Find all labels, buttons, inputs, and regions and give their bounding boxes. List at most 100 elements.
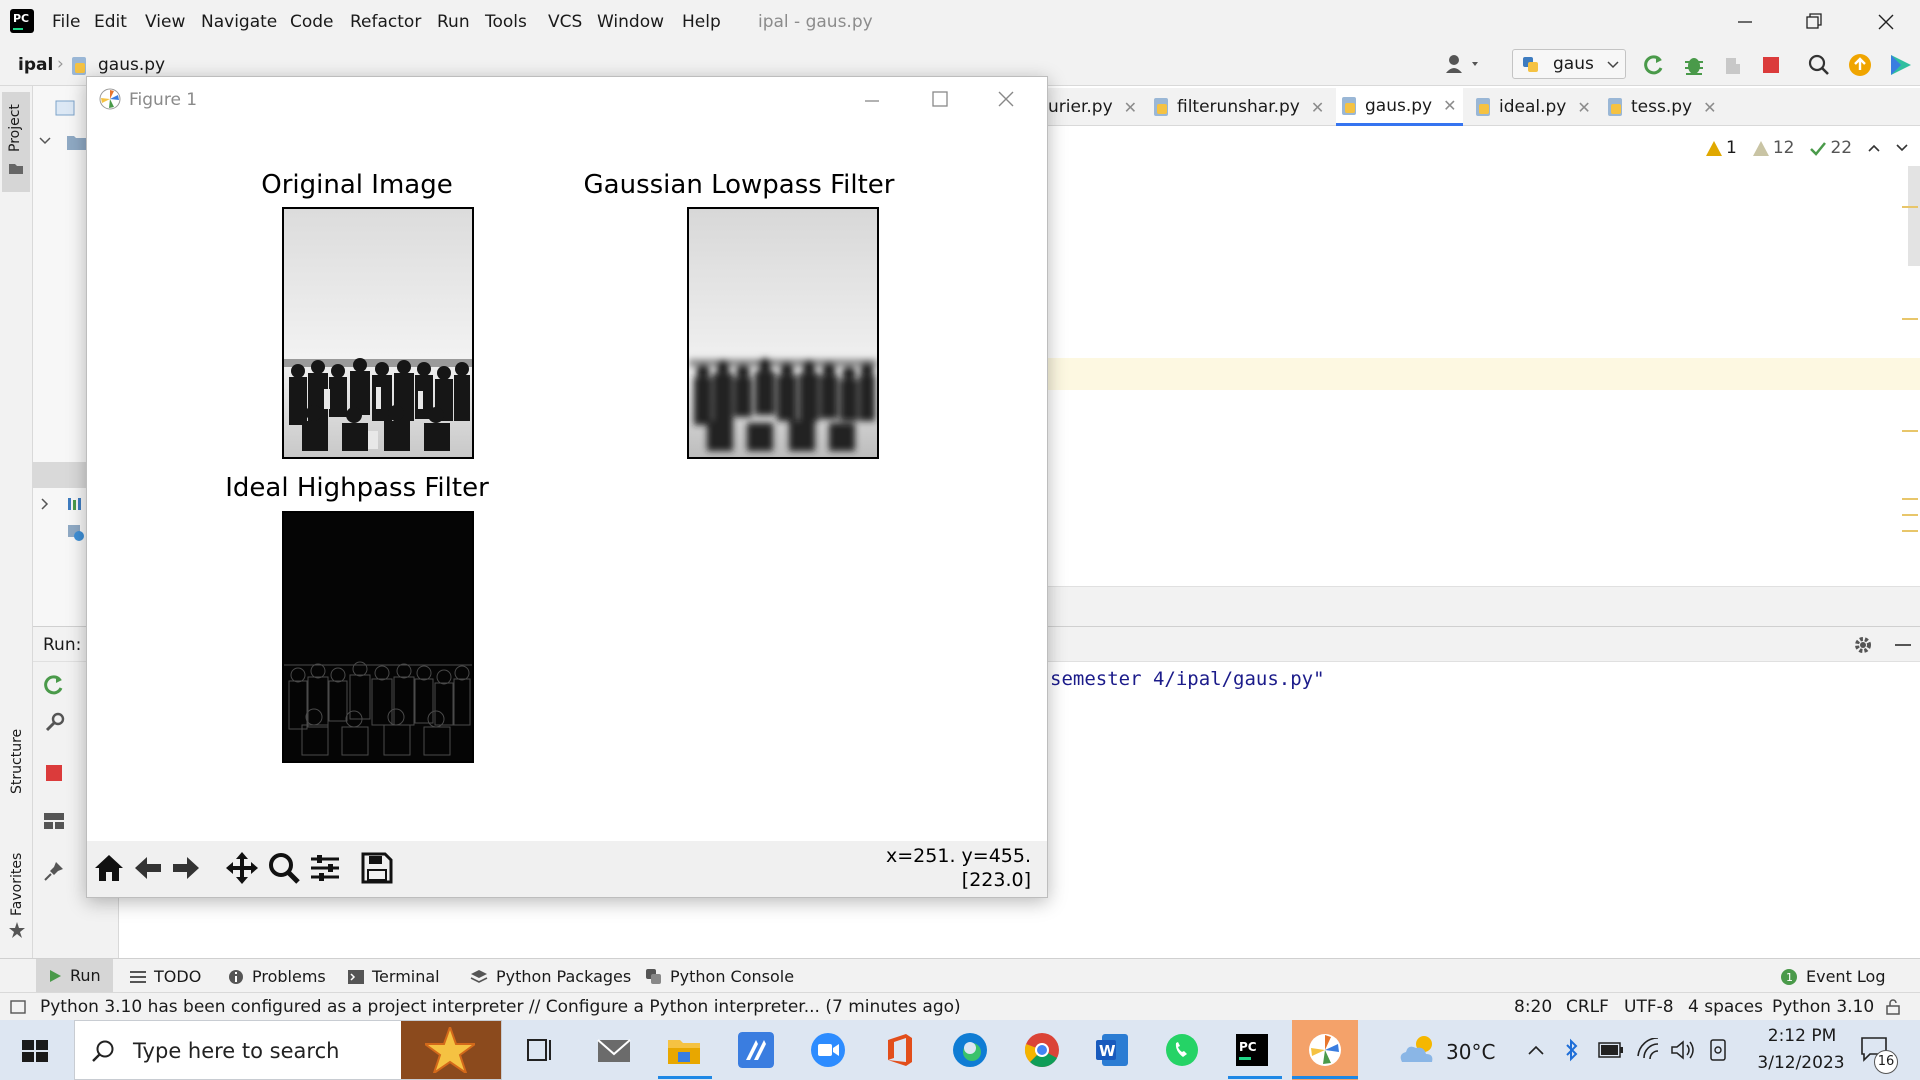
forward-icon[interactable] [171,854,201,882]
inspection-widget[interactable]: 1 12 22 [1706,138,1908,158]
word-icon[interactable]: W [1094,1032,1130,1068]
stop-icon[interactable] [1762,56,1780,74]
chrome-icon[interactable] [1024,1032,1060,1068]
edge-icon[interactable] [952,1032,988,1068]
weather-icon[interactable] [1398,1034,1438,1064]
status-message[interactable]: Python 3.10 has been configured as a pro… [40,997,961,1017]
minimize-button[interactable] [857,91,887,111]
battery-icon[interactable] [1598,1042,1624,1058]
run-config-selector[interactable]: gaus [1512,49,1626,79]
terminal-tool-button[interactable]: Terminal [348,967,440,986]
warning-marker[interactable] [1902,206,1918,208]
matplotlib-taskbar-button[interactable] [1292,1020,1358,1080]
python-packages-tool-button[interactable]: Python Packages [470,967,631,986]
pan-icon[interactable] [225,851,259,885]
menu-run[interactable]: Run [437,12,470,32]
configure-icon[interactable] [309,853,341,883]
close-tab-icon[interactable]: ✕ [1577,98,1590,117]
hide-icon[interactable] [1893,635,1913,655]
zoom-icon[interactable] [267,851,301,885]
chevron-up-icon[interactable] [1868,143,1880,153]
collapse-icon[interactable] [39,136,51,146]
save-icon[interactable] [361,852,393,884]
tab-gaus[interactable]: gaus.py ✕ [1336,88,1463,126]
tab-ideal[interactable]: ideal.py ✕ [1476,88,1591,126]
warning-marker[interactable] [1902,430,1918,432]
menu-window[interactable]: Window [597,12,664,32]
rerun-icon[interactable] [43,674,65,696]
close-tab-icon[interactable]: ✕ [1311,98,1324,117]
close-tab-icon[interactable]: ✕ [1703,98,1716,117]
home-icon[interactable] [93,853,125,883]
menu-refactor[interactable]: Refactor [350,12,421,32]
ideal-highpass-image[interactable] [282,511,474,763]
wifi-icon[interactable] [1636,1038,1660,1060]
python-console-tool-button[interactable]: Python Console [646,967,794,986]
menu-navigate[interactable]: Navigate [201,12,277,32]
tab-filterunshar[interactable]: filterunshar.py ✕ [1154,88,1324,126]
warning-marker[interactable] [1902,514,1918,516]
gaussian-lowpass-image[interactable] [687,207,879,459]
figure-titlebar[interactable]: Figure 1 [87,77,1047,121]
event-log-tool-button[interactable]: 1 Event Log [1780,967,1886,986]
menu-code[interactable]: Code [290,12,334,32]
pycharm-taskbar-icon[interactable]: PC [1234,1032,1270,1068]
task-view-icon[interactable] [522,1032,558,1068]
warning-marker[interactable] [1902,530,1918,532]
user-icon[interactable] [1444,53,1484,75]
debug-icon[interactable] [1683,54,1705,76]
todo-tool-button[interactable]: TODO [130,967,201,986]
status-square-icon[interactable] [10,1000,26,1014]
search-icon[interactable] [1808,54,1830,76]
scroll-thumb[interactable] [1908,166,1920,266]
bluetooth-icon[interactable] [1564,1038,1580,1062]
mail-icon[interactable] [596,1032,632,1068]
taskbar-search-box[interactable]: Type here to search [74,1020,502,1080]
gear-icon[interactable] [1853,635,1873,655]
warning-marker[interactable] [1902,498,1918,500]
restore-button[interactable] [1792,7,1836,37]
rerun-icon[interactable] [1643,54,1665,76]
maximize-button[interactable] [925,89,955,109]
chevron-down-icon[interactable] [1896,143,1908,153]
close-tab-icon[interactable]: ✕ [1124,98,1137,117]
caret-position[interactable]: 8:20 [1514,997,1552,1017]
office-icon[interactable] [882,1032,918,1068]
breadcrumb-file[interactable]: gaus.py [98,55,165,75]
warning-marker[interactable] [1902,318,1918,320]
favorites-tool-label[interactable]: Favorites [9,853,25,916]
menu-tools[interactable]: Tools [485,12,527,32]
run-tool-button[interactable]: Run [36,959,113,992]
remote-desktop-icon[interactable] [738,1032,774,1068]
whatsapp-icon[interactable] [1164,1032,1200,1068]
coverage-icon[interactable] [1722,54,1744,76]
menu-file[interactable]: File [52,12,80,32]
file-encoding[interactable]: UTF-8 [1624,997,1674,1017]
close-button[interactable] [991,89,1021,109]
device-icon[interactable] [1708,1038,1728,1062]
breadcrumb-project[interactable]: ipal [18,55,53,75]
lock-icon[interactable] [1886,999,1900,1015]
wrench-icon[interactable] [43,712,65,734]
minimize-button[interactable] [1722,7,1766,37]
weather-temperature[interactable]: 30°C [1446,1040,1495,1064]
project-tool-button[interactable]: Project [2,92,30,192]
layout-icon[interactable] [43,812,65,830]
menu-help[interactable]: Help [682,12,721,32]
problems-tool-button[interactable]: Problems [228,967,326,986]
pin-icon[interactable] [43,860,65,882]
stop-icon[interactable] [45,764,63,782]
update-icon[interactable] [1848,53,1872,77]
file-explorer-icon[interactable] [666,1032,702,1068]
structure-tool-label[interactable]: Structure [9,729,25,794]
figure-window[interactable]: Figure 1 Original Image Gaussian Lowpass… [86,76,1048,898]
expand-icon[interactable] [39,498,51,510]
tab-urier[interactable]: urier.py ✕ [1048,88,1137,126]
menu-vcs[interactable]: VCS [548,12,582,32]
interpreter[interactable]: Python 3.10 [1772,997,1874,1017]
plugin-icon[interactable] [1888,52,1914,78]
menu-edit[interactable]: Edit [94,12,127,32]
original-image[interactable] [282,207,474,459]
code-editor[interactable] [1040,126,1920,586]
zoom-app-icon[interactable] [810,1032,846,1068]
